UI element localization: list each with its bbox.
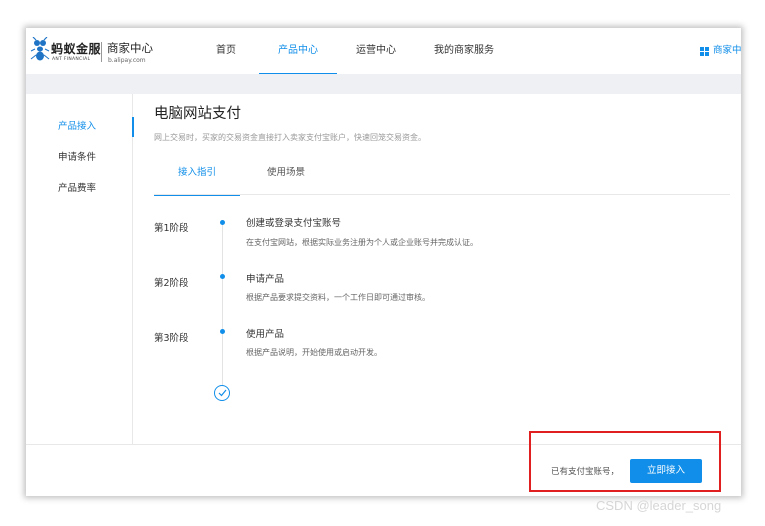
brand-domain: b.alipay.com — [108, 57, 146, 64]
main-nav: 首页 产品中心 运营中心 我的商家服务 — [197, 28, 513, 74]
highlight-annotation — [529, 431, 721, 492]
tab-bar: 接入指引 使用场景 — [154, 159, 730, 196]
ant-logo-icon — [30, 37, 50, 61]
tab-integration-guide[interactable]: 接入指引 — [154, 159, 240, 196]
nav-home[interactable]: 首页 — [197, 28, 255, 74]
stage-label: 第3阶段 — [154, 333, 189, 344]
step-title: 使用产品 — [246, 329, 285, 340]
timeline-dot — [220, 274, 225, 279]
step-description: 在支付宝网站，根据实际业务注册为个人或企业账号并完成认证。 — [246, 238, 478, 247]
step-description: 根据产品要求提交资料，一个工作日即可通过审核。 — [246, 293, 430, 302]
sidebar-item-requirements[interactable]: 申请条件 — [26, 146, 133, 170]
tab-usage-scenarios[interactable]: 使用场景 — [240, 159, 332, 195]
stage-label: 第1阶段 — [154, 223, 189, 234]
watermark: CSDN @leader_song — [596, 498, 722, 513]
browser-window: 蚂蚁金服 ANT FINANCIAL 商家中心 b.alipay.com 首页 … — [26, 28, 741, 496]
timeline-line — [222, 224, 223, 388]
brand-name: 蚂蚁金服 — [51, 42, 102, 56]
step-title: 创建或登录支付宝账号 — [246, 218, 342, 229]
logo-divider — [101, 42, 102, 62]
center-label: 商家中心 — [107, 41, 153, 55]
check-circle-icon — [214, 385, 230, 401]
timeline-dot — [220, 220, 225, 225]
timeline-dot — [220, 329, 225, 334]
page-title: 电脑网站支付 — [154, 106, 241, 122]
nav-operations-center[interactable]: 运营中心 — [337, 28, 415, 74]
sidebar: 产品接入 申请条件 产品费率 — [26, 94, 134, 444]
header-band — [26, 74, 741, 94]
nav-merchant-services[interactable]: 我的商家服务 — [415, 28, 513, 74]
grid-icon — [700, 46, 709, 56]
merchant-center-label: 商家中 — [713, 45, 741, 56]
nav-product-center[interactable]: 产品中心 — [259, 28, 337, 74]
sidebar-item-rates[interactable]: 产品费率 — [26, 177, 133, 201]
merchant-center-link[interactable]: 商家中 — [700, 28, 741, 74]
brand-logo[interactable]: 蚂蚁金服 ANT FINANCIAL 商家中心 b.alipay.com — [30, 37, 160, 67]
top-navigation: 蚂蚁金服 ANT FINANCIAL 商家中心 b.alipay.com 首页 … — [26, 28, 741, 74]
stage-label: 第2阶段 — [154, 278, 189, 289]
step-title: 申请产品 — [246, 274, 285, 285]
step-description: 根据产品说明，开始使用或启动开发。 — [246, 348, 382, 357]
sidebar-item-integration[interactable]: 产品接入 — [26, 115, 134, 139]
brand-name-en: ANT FINANCIAL — [52, 57, 91, 62]
page-description: 网上交易时，买家的交易资金直接打入卖家支付宝账户，快速回笼交易资金。 — [154, 133, 426, 142]
